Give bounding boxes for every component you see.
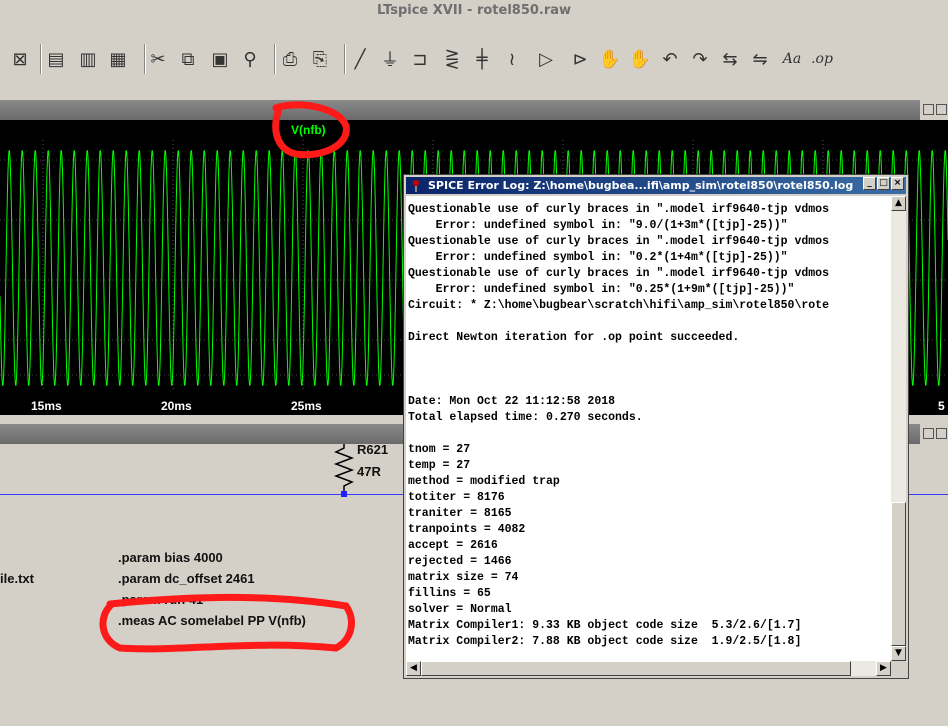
resistor-name: R621 — [357, 442, 389, 457]
tile-vertically-icon[interactable]: ▤ — [42, 44, 70, 74]
waveform-titlebar — [0, 100, 920, 120]
param-run-directive[interactable]: .param run 41 — [118, 592, 203, 607]
inductor-icon[interactable]: ≀ — [498, 44, 526, 74]
paste-icon[interactable]: ▣ — [206, 44, 234, 74]
label-net-icon[interactable]: ⊐ — [406, 44, 434, 74]
resistor-symbol[interactable] — [330, 444, 360, 500]
component-icon[interactable]: ⊳ — [566, 44, 594, 74]
tile-horizontally-icon[interactable]: ▥ — [74, 44, 102, 74]
mirror-icon[interactable]: ⇋ — [746, 44, 774, 74]
param-dc-offset-directive[interactable]: .param dc_offset 2461 — [118, 571, 255, 586]
move-icon[interactable]: ✋ — [596, 44, 624, 74]
resistor-icon[interactable]: ⋛ — [438, 44, 466, 74]
param-bias-directive[interactable]: .param bias 4000 — [118, 550, 223, 565]
horizontal-scrollbar[interactable]: ◀ ▶ — [406, 661, 891, 676]
x-tick-label: 20ms — [161, 399, 192, 413]
waveform-minimize-button[interactable] — [923, 104, 934, 115]
x-tick-label: 25ms — [291, 399, 322, 413]
schematic-minimize-button[interactable] — [923, 428, 934, 439]
log-text: Questionable use of curly braces in ".mo… — [408, 203, 829, 648]
dialog-title: SPICE Error Log: Z:\home\bugbea...ifi\am… — [428, 179, 854, 192]
log-text-area[interactable]: Questionable use of curly braces in ".mo… — [406, 196, 891, 661]
cascade-windows-icon[interactable]: ▦ — [104, 44, 132, 74]
find-icon[interactable]: ⚲ — [236, 44, 264, 74]
schematic-restore-button[interactable] — [936, 428, 947, 439]
resistor-value: 47R — [357, 464, 381, 479]
copy-icon[interactable]: ⧉ — [174, 44, 202, 74]
maximize-icon[interactable]: □ — [877, 177, 890, 190]
window-title: LTspice XVII - rotel850.raw — [0, 0, 948, 22]
ltspice-app-icon — [413, 180, 419, 192]
print-preview-icon[interactable]: ⎙ — [276, 44, 304, 74]
cut-icon[interactable]: ✂ — [144, 44, 172, 74]
spice-error-log-dialog: SPICE Error Log: Z:\home\bugbea...ifi\am… — [403, 174, 909, 679]
schematic-text-left: ile.txt — [0, 571, 34, 586]
scroll-left-icon[interactable]: ◀ — [406, 661, 421, 676]
diode-icon[interactable]: ▷ — [532, 44, 560, 74]
spice-directive-icon[interactable]: .op — [808, 44, 836, 74]
scroll-corner — [891, 661, 906, 676]
x-tick-label: 15ms — [31, 399, 62, 413]
redo-icon[interactable]: ↷ — [686, 44, 714, 74]
vertical-scrollbar[interactable]: ▲ ▼ — [891, 196, 906, 661]
waveform-restore-button[interactable] — [936, 104, 947, 115]
print-icon[interactable]: ⎘ — [306, 44, 334, 74]
scroll-up-icon[interactable]: ▲ — [891, 196, 906, 211]
ground-icon[interactable]: ⏚ — [376, 44, 404, 74]
undo-icon[interactable]: ↶ — [656, 44, 684, 74]
drag-icon[interactable]: ✋ — [626, 44, 654, 74]
capacitor-icon[interactable]: ╪ — [468, 44, 496, 74]
trace-label[interactable]: V(nfb) — [291, 123, 326, 137]
horizontal-scroll-thumb[interactable] — [421, 661, 851, 676]
rotate-icon[interactable]: ⇆ — [716, 44, 744, 74]
meas-directive[interactable]: .meas AC somelabel PP V(nfb) — [118, 613, 306, 628]
x-tick-label: 5 — [938, 399, 945, 413]
scroll-right-icon[interactable]: ▶ — [876, 661, 891, 676]
close-icon[interactable]: × — [891, 177, 904, 190]
minimize-icon[interactable]: _ — [863, 177, 876, 190]
scroll-down-icon[interactable]: ▼ — [891, 646, 906, 661]
pick-visible-traces-icon[interactable]: ⊠ — [6, 44, 34, 74]
text-icon[interactable]: Aa — [778, 44, 806, 74]
vertical-scroll-thumb[interactable] — [891, 502, 906, 646]
dialog-titlebar[interactable]: SPICE Error Log: Z:\home\bugbea...ifi\am… — [406, 177, 906, 194]
draw-wire-icon[interactable]: ╱ — [346, 44, 374, 74]
